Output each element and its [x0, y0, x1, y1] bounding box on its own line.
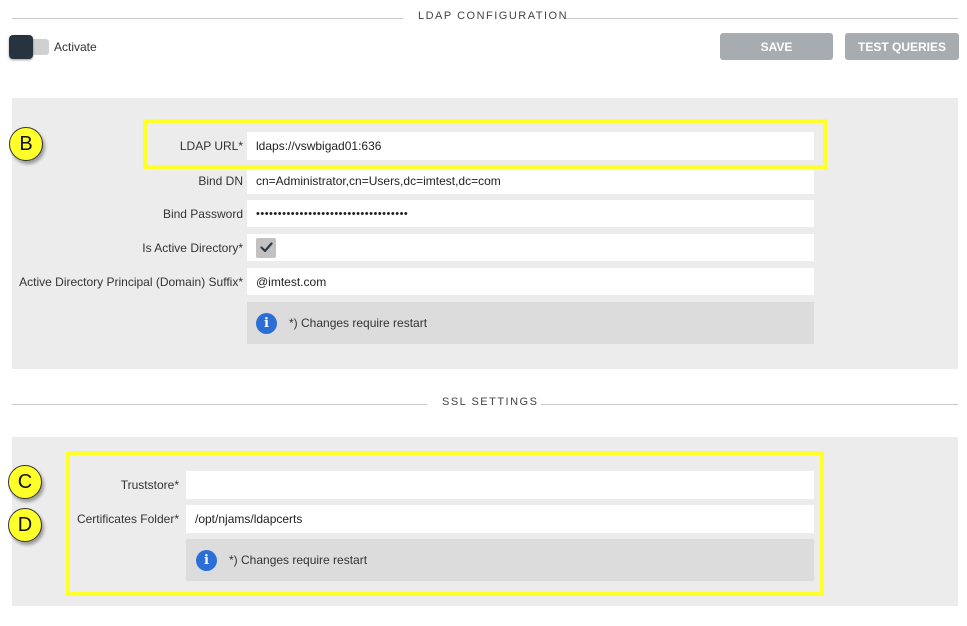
annotation-marker-d: D	[8, 508, 42, 542]
is-active-directory-checkbox[interactable]	[256, 237, 276, 258]
ssl-settings-highlight	[66, 451, 824, 596]
header-divider-right	[566, 18, 958, 19]
ldap-url-highlight	[143, 119, 827, 169]
is-active-directory-label: Is Active Directory*	[142, 241, 243, 255]
ssl-settings-header: SSL SETTINGS	[0, 396, 967, 412]
ad-suffix-label: Active Directory Principal (Domain) Suff…	[19, 275, 243, 289]
check-icon	[259, 242, 273, 253]
info-icon: i	[256, 312, 277, 334]
bind-password-label: Bind Password	[162, 207, 243, 221]
toggle-knob	[9, 35, 33, 59]
ldap-restart-info-text: *) Changes require restart	[289, 316, 428, 330]
ssl-settings-title: SSL SETTINGS	[442, 396, 539, 408]
is-active-directory-row	[247, 234, 814, 261]
save-button[interactable]: SAVE	[720, 33, 833, 60]
ssl-divider-left	[12, 404, 427, 405]
annotation-marker-c: C	[8, 465, 42, 499]
bind-password-input[interactable]: •••••••••••••••••••••••••••••••••••	[247, 200, 814, 227]
ssl-divider-right	[541, 404, 958, 405]
annotation-marker-b: B	[9, 127, 43, 161]
ldap-configuration-title: LDAP CONFIGURATION	[418, 10, 569, 22]
test-queries-button[interactable]: TEST QUERIES	[845, 33, 959, 60]
ldap-restart-info: i *) Changes require restart	[247, 302, 814, 344]
ldap-configuration-header: LDAP CONFIGURATION	[0, 10, 967, 26]
ad-suffix-input[interactable]: @imtest.com	[247, 268, 814, 295]
bind-dn-input[interactable]: cn=Administrator,cn=Users,dc=imtest,dc=c…	[247, 167, 814, 194]
activate-label: Activate	[54, 40, 97, 54]
header-divider-left	[12, 18, 403, 19]
bind-dn-label: Bind DN	[198, 174, 243, 188]
activate-toggle[interactable]	[9, 35, 49, 59]
